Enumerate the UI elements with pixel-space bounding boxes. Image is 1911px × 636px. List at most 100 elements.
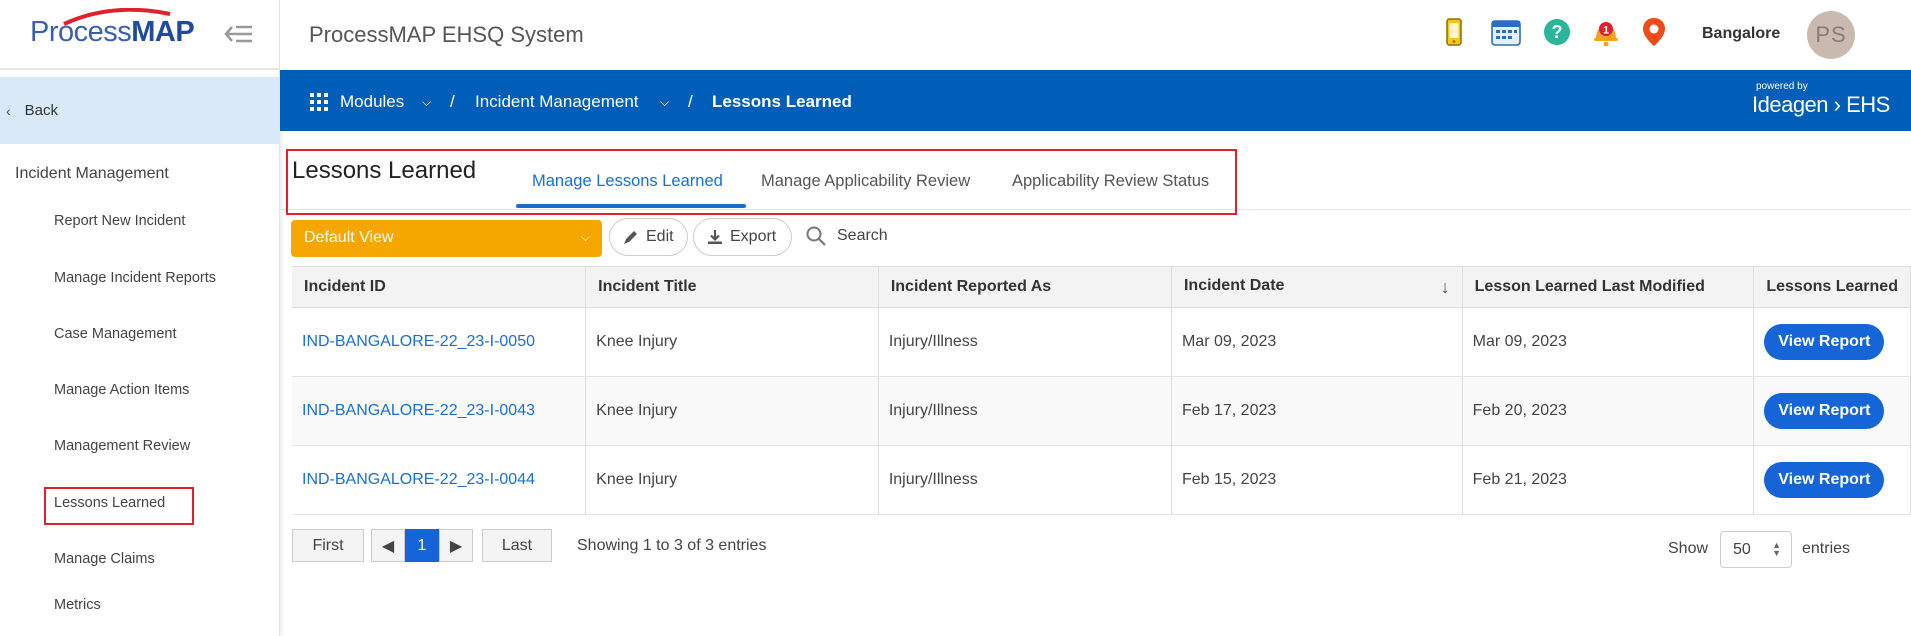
sidebar-item-metrics[interactable]: Metrics <box>54 597 101 613</box>
show-label: Show <box>1668 540 1709 557</box>
first-page-button[interactable]: First <box>292 529 364 562</box>
sidebar-item-management-review[interactable]: Management Review <box>54 438 190 454</box>
help-icon[interactable]: ? <box>1541 16 1573 48</box>
incident-date-label: Incident Date <box>1183 276 1285 294</box>
powered-by-ideagen-logo: powered by Ideagen › EHS <box>1752 81 1890 118</box>
calendar-icon[interactable] <box>1490 16 1522 48</box>
prev-page-button[interactable]: ◀ <box>371 529 405 562</box>
powered-by-label: powered by <box>1756 81 1808 92</box>
table-header-row: Incident ID Incident Title Incident Repo… <box>292 266 1911 308</box>
action-cell: View Report <box>1753 307 1911 377</box>
brand-arrow-icon: › <box>1828 92 1847 117</box>
breadcrumb-separator: / <box>450 92 455 111</box>
caret-right-icon: ▶ <box>449 537 463 555</box>
page-size-select[interactable]: 50 ▲ ▼ <box>1720 531 1792 568</box>
tabs-highlight-box <box>286 149 1237 215</box>
sidebar-item-manage-claims[interactable]: Manage Claims <box>54 551 155 567</box>
last-modified-cell: Feb 20, 2023 <box>1462 376 1755 446</box>
caret-left-icon: ◀ <box>381 537 395 555</box>
breadcrumb-current: Lessons Learned <box>712 92 852 111</box>
incident-title-cell: Knee Injury <box>585 445 879 515</box>
incident-id-link[interactable]: IND-BANGALORE-22_23-I-0043 <box>302 402 535 419</box>
lessons-learned-table: Incident ID Incident Title Incident Repo… <box>292 266 1911 515</box>
chevron-down-icon[interactable]: ⌵ <box>660 95 669 110</box>
collapse-menu-icon[interactable] <box>222 20 254 48</box>
view-report-button[interactable]: View Report <box>1764 324 1885 360</box>
app-title: ProcessMAP EHSQ System <box>309 22 584 47</box>
sort-descending-icon[interactable]: ↓ <box>1441 277 1450 298</box>
edit-button[interactable]: Edit <box>609 218 688 256</box>
search-button[interactable]: Search <box>805 225 888 247</box>
incident-id-cell: IND-BANGALORE-22_23-I-0044 <box>292 445 587 515</box>
page-number-button[interactable]: 1 <box>405 529 439 562</box>
download-icon <box>708 230 722 244</box>
edit-label: Edit <box>646 228 674 245</box>
modules-grid-icon[interactable] <box>310 93 328 111</box>
reported-as-cell: Injury/Illness <box>878 445 1172 515</box>
incident-date-cell: Feb 17, 2023 <box>1171 376 1463 446</box>
page-size-value: 50 <box>1733 541 1751 558</box>
export-button[interactable]: Export <box>693 218 792 256</box>
incident-id-cell: IND-BANGALORE-22_23-I-0050 <box>292 307 587 377</box>
column-header-incident-reported-as[interactable]: Incident Reported As <box>878 266 1172 308</box>
sidebar-item-report-new-incident[interactable]: Report New Incident <box>54 213 185 229</box>
last-page-button[interactable]: Last <box>482 529 552 562</box>
lessons-learned-highlight-box <box>44 487 194 525</box>
sidebar: ProcessMAP ‹ Back Incident Management Re… <box>0 0 280 636</box>
svg-text:?: ? <box>1552 22 1563 42</box>
reported-as-cell: Injury/Illness <box>878 376 1172 446</box>
processmap-logo: ProcessMAP <box>30 16 195 49</box>
sidebar-item-manage-incident-reports[interactable]: Manage Incident Reports <box>54 270 216 286</box>
incident-id-cell: IND-BANGALORE-22_23-I-0043 <box>292 376 587 446</box>
incident-title-cell: Knee Injury <box>585 307 879 377</box>
action-cell: View Report <box>1753 445 1911 515</box>
logo-text-part2: MAP <box>131 16 195 48</box>
brand-suffix: EHS <box>1846 92 1890 117</box>
next-page-button[interactable]: ▶ <box>439 529 473 562</box>
entries-label: entries <box>1802 540 1851 557</box>
last-modified-cell: Feb 21, 2023 <box>1462 445 1755 515</box>
view-report-button[interactable]: View Report <box>1764 462 1885 498</box>
sidebar-item-case-management[interactable]: Case Management <box>54 326 177 342</box>
view-select-value: Default View <box>304 229 394 246</box>
table-row: IND-BANGALORE-22_23-I-0050 Knee Injury I… <box>292 307 1911 377</box>
location-pin-icon[interactable] <box>1638 16 1670 48</box>
sort-arrows-icon: ▲ ▼ <box>1772 540 1781 558</box>
breadcrumb-incident-management[interactable]: Incident Management <box>475 92 639 112</box>
logo-text-part1: Process <box>30 16 132 48</box>
incident-date-cell: Feb 15, 2023 <box>1171 445 1463 515</box>
incident-id-link[interactable]: IND-BANGALORE-22_23-I-0050 <box>302 333 535 350</box>
logo-row: ProcessMAP <box>0 0 279 70</box>
breadcrumb-bar: Modules ⌵ / Incident Management ⌵ / Less… <box>280 70 1911 131</box>
avatar[interactable]: PS <box>1807 11 1855 59</box>
notification-bell-icon[interactable]: 1 <box>1590 16 1622 48</box>
sidebar-section-title: Incident Management <box>15 165 169 182</box>
search-label: Search <box>837 227 888 244</box>
last-modified-cell: Mar 09, 2023 <box>1462 307 1755 377</box>
action-cell: View Report <box>1753 376 1911 446</box>
breadcrumb-modules[interactable]: Modules <box>340 92 404 112</box>
column-header-last-modified[interactable]: Lesson Learned Last Modified <box>1462 266 1755 308</box>
reported-as-cell: Injury/Illness <box>878 307 1172 377</box>
view-select-dropdown[interactable]: Default View ⌵ <box>291 220 602 257</box>
incident-id-link[interactable]: IND-BANGALORE-22_23-I-0044 <box>302 471 535 488</box>
chevron-down-icon[interactable]: ⌵ <box>422 95 431 110</box>
incident-date-cell: Mar 09, 2023 <box>1171 307 1463 377</box>
back-button[interactable]: ‹ Back <box>0 77 280 144</box>
column-header-incident-id[interactable]: Incident ID <box>292 266 587 308</box>
search-icon <box>806 226 826 246</box>
table-row: IND-BANGALORE-22_23-I-0044 Knee Injury I… <box>292 445 1911 515</box>
notification-count: 1 <box>1603 25 1609 37</box>
sidebar-item-manage-action-items[interactable]: Manage Action Items <box>54 382 189 398</box>
export-label: Export <box>730 228 777 245</box>
column-header-incident-date[interactable]: Incident Date ↓ <box>1171 266 1463 308</box>
table-row: IND-BANGALORE-22_23-I-0043 Knee Injury I… <box>292 376 1911 446</box>
back-label: Back <box>24 102 59 119</box>
location-label[interactable]: Bangalore <box>1702 25 1780 43</box>
view-report-button[interactable]: View Report <box>1764 393 1885 429</box>
mobile-icon[interactable] <box>1438 16 1470 48</box>
top-header: ProcessMAP EHSQ System ? 1 Bangalore PS <box>280 0 1911 70</box>
column-header-incident-title[interactable]: Incident Title <box>585 266 879 308</box>
column-header-lessons-learned[interactable]: Lessons Learned <box>1753 266 1911 308</box>
incident-title-cell: Knee Injury <box>585 376 879 446</box>
